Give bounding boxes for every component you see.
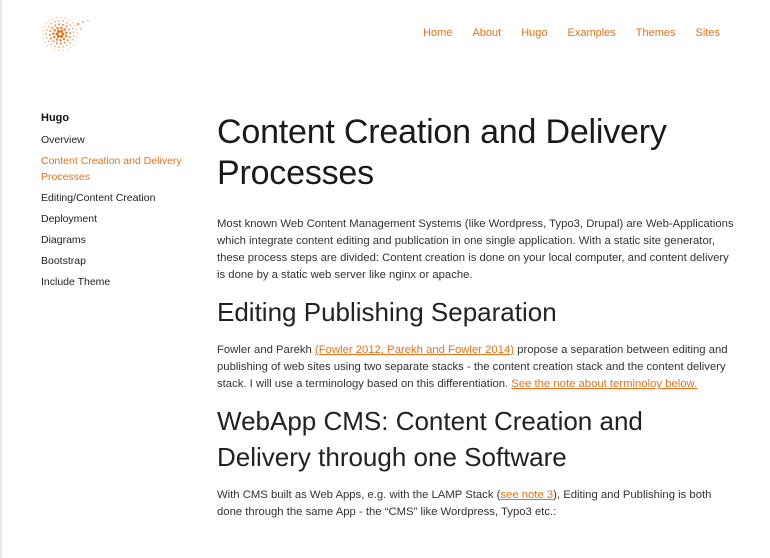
site-logo[interactable] xyxy=(40,14,94,52)
page-title: Content Creation and Delivery Processes xyxy=(217,113,667,192)
nav-hugo-link[interactable]: Hugo xyxy=(521,26,547,40)
sidebar-item-diagrams[interactable]: Diagrams xyxy=(41,232,191,248)
sidebar-item-include-theme[interactable]: Include Theme xyxy=(41,274,191,290)
sidebar-item-bootstrap[interactable]: Bootstrap xyxy=(41,253,191,269)
fowler-parekh-citation-link[interactable]: (Fowler 2012, Parekh and Fowler 2014) xyxy=(315,344,514,356)
section1-paragraph: Fowler and Parekh (Fowler 2012, Parekh a… xyxy=(217,342,737,393)
section2-text-a: With CMS built as Web Apps, e.g. with th… xyxy=(217,489,501,501)
nav-home-link[interactable]: Home xyxy=(423,26,452,40)
sidebar-item-editing-content-creation[interactable]: Editing/Content Creation xyxy=(41,190,191,206)
nav-examples-link[interactable]: Examples xyxy=(567,26,615,40)
nav-sites-link[interactable]: Sites xyxy=(696,26,720,40)
section-heading-webapp-cms: WebApp CMS: Content Creation and Deliver… xyxy=(217,406,643,472)
sidebar-item-overview[interactable]: Overview xyxy=(41,132,191,148)
top-navigation: Home About Hugo Examples Themes Sites xyxy=(403,26,720,40)
main-content: Content Creation and Delivery Processes … xyxy=(217,112,737,531)
swirl-logo-icon xyxy=(42,16,89,52)
sidebar-item-content-creation-delivery[interactable]: Content Creation and Delivery Processes xyxy=(41,153,191,185)
page-left-border xyxy=(0,0,2,558)
intro-paragraph: Most known Web Content Management System… xyxy=(217,218,734,281)
nav-about-link[interactable]: About xyxy=(472,26,501,40)
sidebar-item-deployment[interactable]: Deployment xyxy=(41,211,191,227)
nav-themes-link[interactable]: Themes xyxy=(636,26,676,40)
sidebar: Hugo Overview Content Creation and Deliv… xyxy=(41,112,191,295)
terminology-note-link[interactable]: See the note about terminoloy below. xyxy=(511,378,697,390)
section2-paragraph: With CMS built as Web Apps, e.g. with th… xyxy=(217,487,737,521)
section-heading-editing-publishing: Editing Publishing Separation xyxy=(217,297,557,327)
section1-text-a: Fowler and Parekh xyxy=(217,344,315,356)
sidebar-title: Hugo xyxy=(41,112,70,124)
note-3-link[interactable]: see note 3 xyxy=(500,489,553,501)
